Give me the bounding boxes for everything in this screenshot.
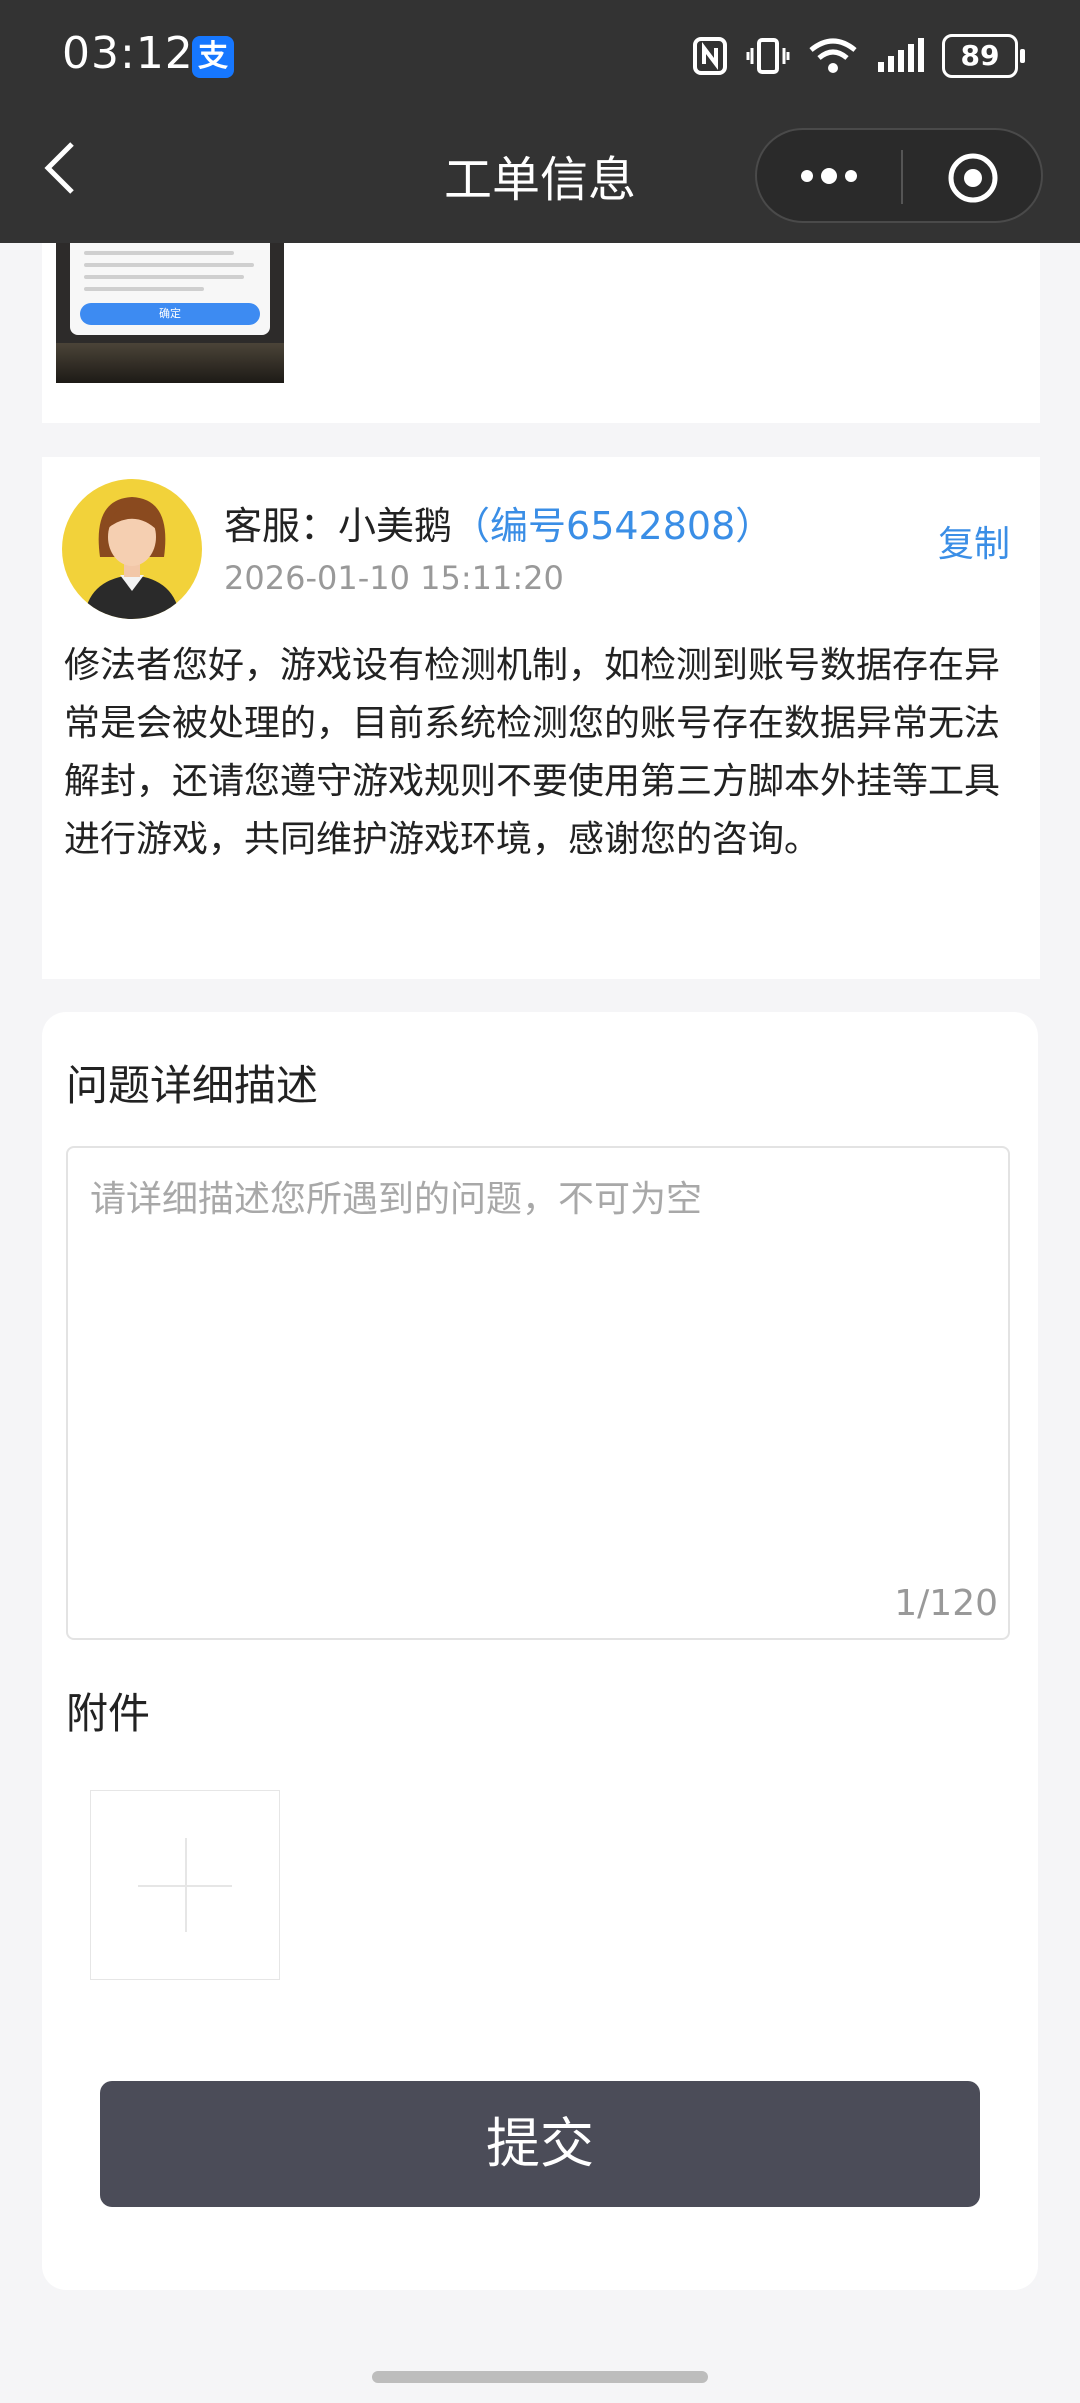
close-target-icon[interactable] <box>947 152 999 204</box>
description-textarea[interactable]: 请详细描述您所遇到的问题，不可为空 1/120 <box>66 1146 1010 1640</box>
agent-name: 客服：小美鹅 <box>224 504 453 548</box>
agent-name-line: 客服：小美鹅（编号6542808） <box>224 495 773 550</box>
reply-message: 修法者您好，游戏设有检测机制，如检测到账号数据存在异常是会被处理的，目前系统检测… <box>64 645 1001 860</box>
upload-button[interactable] <box>90 1790 280 1980</box>
description-label: 问题详细描述 <box>66 1061 319 1110</box>
top-bar: 03:12 支 89 工单信息 <box>0 0 1080 243</box>
thumbnail-game-scene <box>56 343 284 383</box>
signal-icon <box>878 38 924 72</box>
more-dots-icon[interactable] <box>797 158 861 194</box>
agent-id: （编号6542808） <box>452 504 774 548</box>
thumbnail-text-line <box>84 263 254 267</box>
attachment-label: 附件 <box>66 1689 151 1738</box>
thumbnail-text-line <box>84 287 204 291</box>
agent-avatar <box>62 479 202 619</box>
plus-icon <box>185 1838 187 1932</box>
vibrate-icon <box>746 38 790 74</box>
support-reply-card: 客服：小美鹅（编号6542808） 2026-01-10 15:11:20 复制… <box>42 457 1040 979</box>
reply-form-card: 问题详细描述 请详细描述您所遇到的问题，不可为空 1/120 附件 提交 <box>42 1012 1038 2290</box>
thumbnail-confirm-button: 确定 <box>80 303 260 325</box>
thumbnail-text-line <box>84 251 234 255</box>
thumbnail-dialog: 确定 <box>70 243 270 335</box>
attachment-thumbnail[interactable]: 确定 <box>56 243 284 383</box>
copy-button[interactable]: 复制 <box>938 515 1010 567</box>
status-icons: 89 <box>692 30 1025 82</box>
nfc-icon <box>693 37 727 75</box>
mini-program-capsule <box>755 128 1043 223</box>
char-counter: 1/120 <box>894 1583 998 1624</box>
alipay-icon: 支 <box>192 36 234 78</box>
status-time: 03:12 <box>62 28 194 79</box>
battery-icon: 89 <box>942 34 1025 78</box>
wifi-icon <box>809 38 857 73</box>
submit-button[interactable]: 提交 <box>100 2081 980 2207</box>
description-placeholder: 请详细描述您所遇到的问题，不可为空 <box>90 1179 703 1220</box>
previous-message-card: 确定 <box>42 243 1040 423</box>
thumbnail-text-line <box>84 275 244 279</box>
reply-timestamp: 2026-01-10 15:11:20 <box>224 559 564 597</box>
home-indicator[interactable] <box>372 2371 708 2383</box>
agent-avatar-icon <box>84 497 180 619</box>
capsule-divider <box>901 150 903 204</box>
